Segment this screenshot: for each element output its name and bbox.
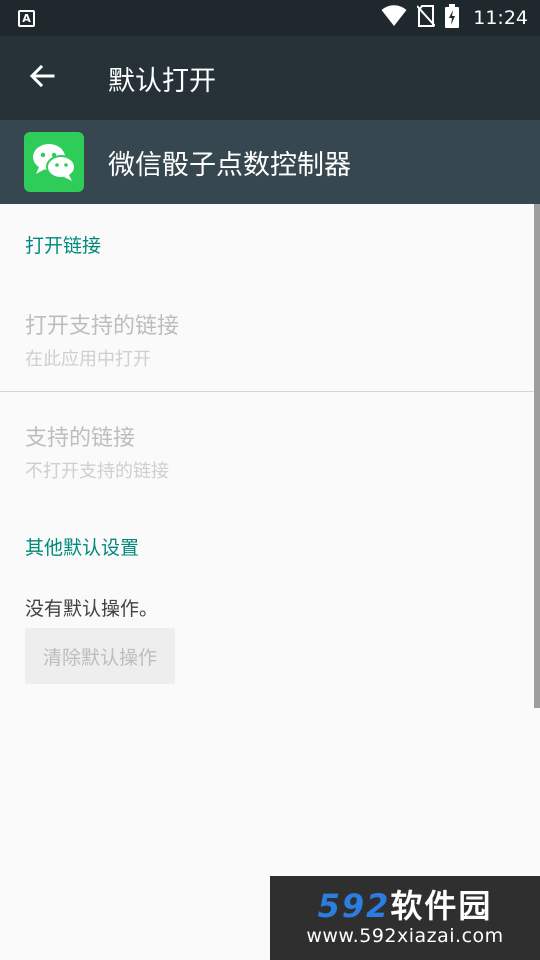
status-bar: A 11:24 [0,0,540,36]
watermark-url: www.592xiazai.com [306,924,504,947]
back-button[interactable] [14,50,70,106]
scrollbar[interactable] [534,204,540,708]
section-header-open-links: 打开链接 [25,235,102,257]
pref-summary: 在此应用中打开 [25,349,151,370]
status-right: 11:24 [381,4,528,32]
status-time: 11:24 [473,7,528,29]
watermark-brand-text: 软件园 [390,887,493,926]
notification-a-icon: A [18,9,35,27]
watermark-title: 592软件园 [318,889,493,924]
status-left: A [18,9,381,27]
wifi-icon [381,5,407,31]
pref-supported-links[interactable]: 支持的链接 不打开支持的链接 [25,420,169,483]
no-sim-icon [416,5,436,31]
pref-title: 支持的链接 [25,426,136,451]
watermark-number: 592 [317,887,391,926]
app-header: 微信骰子点数控制器 [0,120,540,204]
wechat-icon [24,132,84,192]
battery-charging-icon [445,4,460,32]
toolbar: 默认打开 [0,36,540,120]
section-header-other-defaults: 其他默认设置 [25,537,140,559]
watermark-logo: 592软件园 www.592xiazai.com [270,876,540,960]
app-name: 微信骰子点数控制器 [108,149,351,181]
pref-summary: 不打开支持的链接 [25,461,169,482]
no-defaults-text: 没有默认操作。 [25,598,159,620]
page-title: 默认打开 [108,65,216,97]
pref-open-supported-links[interactable]: 打开支持的链接 在此应用中打开 [25,308,179,371]
arrow-back-icon [29,64,55,92]
clear-defaults-button[interactable]: 清除默认操作 [25,628,175,684]
divider [0,391,534,392]
pref-title: 打开支持的链接 [25,314,180,339]
